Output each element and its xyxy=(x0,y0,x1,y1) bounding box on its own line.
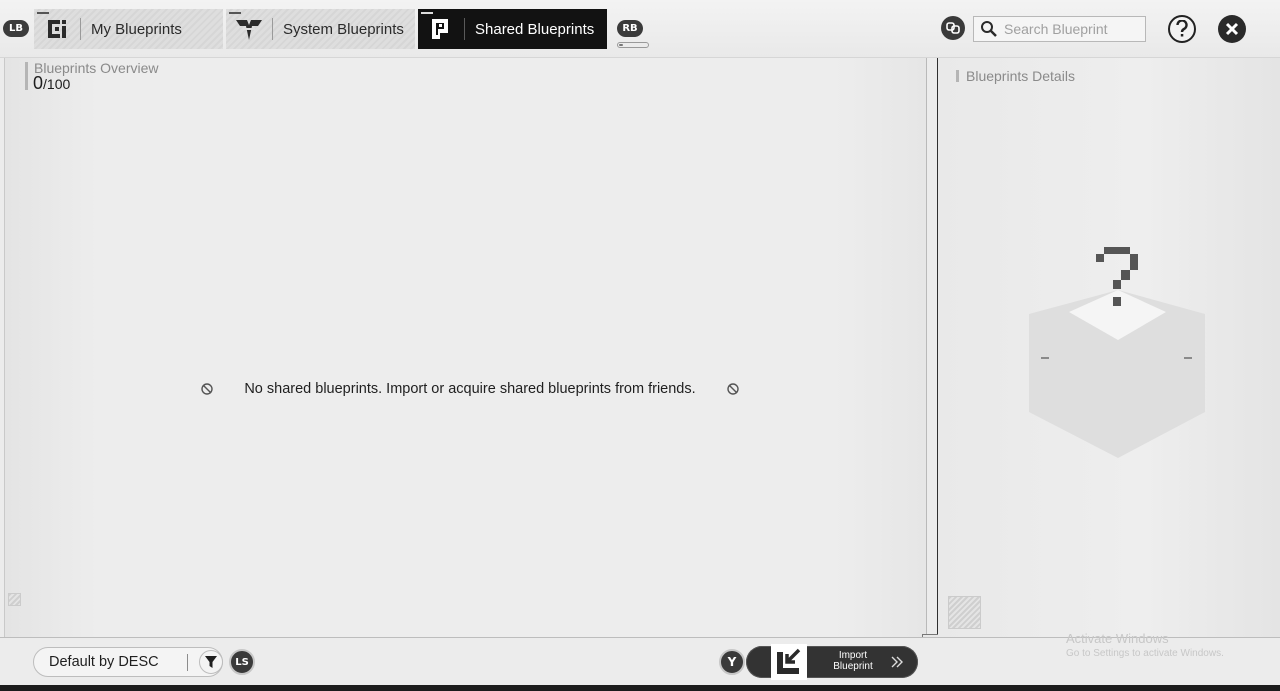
corner-hatch-deco xyxy=(948,596,981,629)
tab-system-blueprints[interactable]: System Blueprints xyxy=(226,9,415,49)
empty-message: No shared blueprints. Import or acquire … xyxy=(244,381,696,397)
tab-my-blueprints[interactable]: My Blueprints xyxy=(34,9,223,49)
blueprint-count: 0/100 xyxy=(33,73,70,94)
details-accent-bar xyxy=(956,70,959,82)
my-blueprints-icon xyxy=(34,9,80,49)
filter-icon[interactable] xyxy=(199,650,223,674)
shared-blueprints-icon xyxy=(418,9,464,49)
activate-windows-watermark: Activate Windows Go to Settings to activ… xyxy=(1066,631,1224,659)
endfield-emblem-icon xyxy=(226,9,272,49)
blueprint-count-value: 0 xyxy=(33,73,44,93)
bottom-strip xyxy=(0,685,1280,691)
import-blueprint-button[interactable]: Import Blueprint xyxy=(746,644,918,680)
close-icon[interactable] xyxy=(1218,15,1246,43)
top-bar: LB My Blueprints System Blueprints Share… xyxy=(0,0,1280,58)
double-chevron-right-icon xyxy=(891,656,903,668)
details-title: Blueprints Details xyxy=(966,68,1075,84)
tab-shared-blueprints[interactable]: Shared Blueprints xyxy=(418,9,607,49)
watermark-line1: Activate Windows xyxy=(1066,631,1169,646)
page-indicator xyxy=(617,42,649,48)
search-box[interactable] xyxy=(973,16,1146,42)
import-label-line1: Import xyxy=(838,650,868,661)
corner-hatch-deco xyxy=(8,593,21,606)
y-label: Y xyxy=(727,655,737,669)
lb-button[interactable]: LB xyxy=(3,20,29,37)
search-input[interactable] xyxy=(1004,21,1144,37)
overview-accent-bar xyxy=(25,62,28,90)
search-icon xyxy=(981,21,997,37)
tab-label: System Blueprints xyxy=(283,20,404,38)
ls-button[interactable]: LS xyxy=(229,649,255,675)
import-icon xyxy=(771,644,807,680)
friends-icon[interactable] xyxy=(941,16,965,40)
rb-label: RB xyxy=(622,23,638,34)
import-label-line2: Blueprint xyxy=(833,661,873,672)
tab-label: Shared Blueprints xyxy=(475,20,595,38)
import-label: Import Blueprint xyxy=(826,650,880,672)
empty-left-deco-icon xyxy=(201,383,213,395)
y-button[interactable]: Y xyxy=(719,649,745,675)
sort-dropdown[interactable]: Default by DESC xyxy=(33,647,223,677)
ls-label: LS xyxy=(235,656,249,668)
blueprints-overview-panel xyxy=(4,58,926,637)
help-icon[interactable] xyxy=(1168,15,1196,43)
rb-button[interactable]: RB xyxy=(617,20,643,37)
empty-right-deco-icon xyxy=(727,383,739,395)
blueprint-count-max: /100 xyxy=(43,76,71,92)
panel-divider xyxy=(926,58,927,686)
tab-separator xyxy=(80,18,81,40)
empty-state: No shared blueprints. Import or acquire … xyxy=(200,378,740,400)
sort-label: Default by DESC xyxy=(49,654,159,670)
watermark-line2: Go to Settings to activate Windows. xyxy=(1066,648,1224,659)
lb-label: LB xyxy=(9,23,23,34)
tab-separator xyxy=(272,18,273,40)
tab-label: My Blueprints xyxy=(91,20,182,38)
unknown-blueprint-cube-icon xyxy=(1029,247,1205,458)
tab-separator xyxy=(464,18,465,40)
